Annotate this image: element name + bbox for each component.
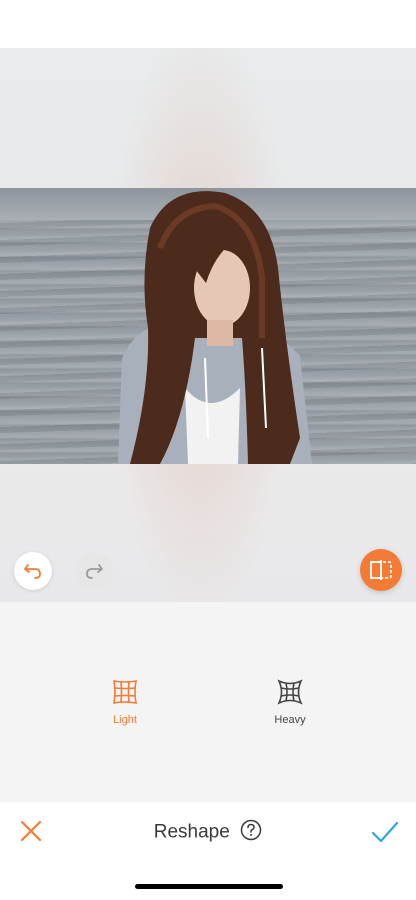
tool-heavy[interactable]: Heavy <box>250 678 330 726</box>
bottom-title-group: Reshape <box>0 819 416 846</box>
grid-light-icon <box>113 680 137 704</box>
compare-split-icon <box>370 560 392 580</box>
tool-light[interactable]: Light <box>85 678 165 726</box>
undo-button[interactable] <box>14 552 52 590</box>
editor-canvas[interactable] <box>0 48 416 602</box>
help-icon <box>241 819 262 841</box>
undo-icon <box>24 564 41 579</box>
grid-heavy-icon <box>277 679 303 705</box>
apply-button[interactable] <box>370 818 400 846</box>
page-title: Reshape <box>153 821 230 843</box>
photo-preview[interactable] <box>0 188 416 464</box>
redo-button[interactable] <box>75 552 113 590</box>
tool-heavy-label: Heavy <box>274 714 306 726</box>
redo-icon <box>86 564 103 579</box>
top-status-area <box>0 0 416 48</box>
portrait-subject <box>118 191 312 464</box>
help-button[interactable] <box>240 819 262 846</box>
tool-light-label: Light <box>113 714 137 726</box>
compare-button[interactable] <box>360 549 402 591</box>
home-indicator <box>135 884 283 889</box>
checkmark-icon <box>371 821 399 843</box>
tool-panel: Light Heavy <box>0 602 416 802</box>
